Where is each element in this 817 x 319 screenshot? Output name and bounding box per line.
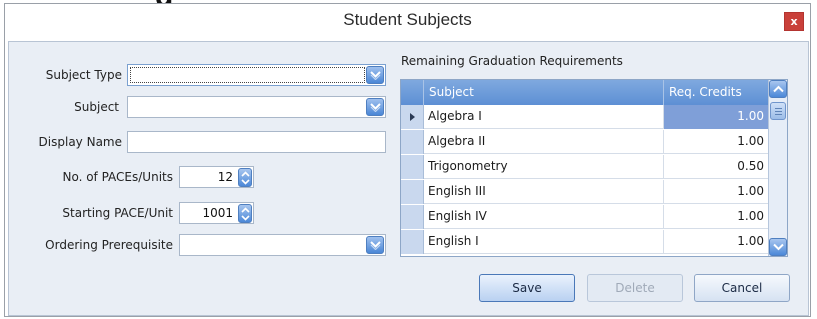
cell-credits[interactable]: 1.00 [664,205,769,229]
row-selector[interactable] [401,130,424,154]
display-name-field[interactable] [127,131,386,153]
cell-subject[interactable]: English III [424,180,664,204]
up-down-spinner-icon[interactable] [238,204,252,223]
row-selector[interactable] [401,230,424,254]
cell-subject[interactable]: Algebra II [424,130,664,154]
student-subjects-dialog: Student Subjects x Subject Type Subject … [4,3,811,317]
table-row[interactable]: Algebra II 1.00 [401,130,769,154]
starting-pace-stepper[interactable]: 1001 [179,202,254,224]
chevron-down-icon[interactable] [366,98,384,116]
subject-dropdown[interactable] [127,96,386,118]
cell-subject[interactable]: English I [424,230,664,254]
row-selector[interactable] [401,180,424,204]
close-button[interactable]: x [784,12,804,31]
display-name-label: Display Name [38,135,122,149]
subject-label: Subject [74,100,119,114]
starting-pace-value: 1001 [202,206,233,220]
vertical-scrollbar[interactable] [768,80,787,256]
starting-pace-label: Starting PACE/Unit [62,206,173,220]
chevron-down-icon[interactable] [769,238,787,256]
delete-button[interactable]: Delete [587,274,683,302]
cell-subject[interactable]: Trigonometry [424,155,664,179]
title-bar: Student Subjects x [5,4,810,40]
requirements-grid[interactable]: Subject Req. Credits Algebra I 1.00 Alge… [400,79,788,257]
scrollbar-thumb[interactable] [770,102,786,120]
paces-value: 12 [217,170,233,184]
cell-credits[interactable]: 1.00 [664,230,769,254]
column-header-subject[interactable]: Subject [424,80,664,105]
cell-credits[interactable]: 1.00 [664,130,769,154]
cell-credits[interactable]: 0.50 [664,155,769,179]
up-down-spinner-icon[interactable] [238,168,252,187]
dialog-body: Subject Type Subject Display Name No. of… [8,41,809,316]
row-selector[interactable] [401,155,424,179]
paces-stepper[interactable]: 12 [179,166,254,188]
table-row[interactable]: English IV 1.00 [401,205,769,229]
chevron-down-icon[interactable] [366,236,384,254]
cell-subject[interactable]: English IV [424,205,664,229]
subject-type-dropdown[interactable] [127,64,386,86]
table-row[interactable]: English I 1.00 [401,230,769,254]
current-row-arrow-icon[interactable] [401,105,424,129]
table-row[interactable]: Algebra I 1.00 [401,105,769,129]
cell-credits[interactable]: 1.00 [664,180,769,204]
cell-credits[interactable]: 1.00 [664,105,769,129]
table-row[interactable]: Trigonometry 0.50 [401,155,769,179]
row-selector[interactable] [401,205,424,229]
table-row[interactable]: English III 1.00 [401,180,769,204]
column-header-credits[interactable]: Req. Credits [664,80,769,105]
chevron-down-icon[interactable] [366,66,384,84]
subject-type-label: Subject Type [45,68,122,82]
chevron-up-icon[interactable] [769,80,787,98]
focus-rectangle [130,67,365,83]
grid-header: Subject Req. Credits [401,80,769,105]
save-button[interactable]: Save [479,274,575,302]
cell-subject[interactable]: Algebra I [424,105,664,129]
paces-label: No. of PACEs/Units [62,170,173,184]
prerequisite-label: Ordering Prerequisite [45,238,173,252]
row-selector-header [401,80,424,105]
dialog-title: Student Subjects [343,10,472,29]
prerequisite-dropdown[interactable] [179,234,386,256]
cancel-button[interactable]: Cancel [694,274,790,302]
requirements-title: Remaining Graduation Requirements [401,54,623,68]
